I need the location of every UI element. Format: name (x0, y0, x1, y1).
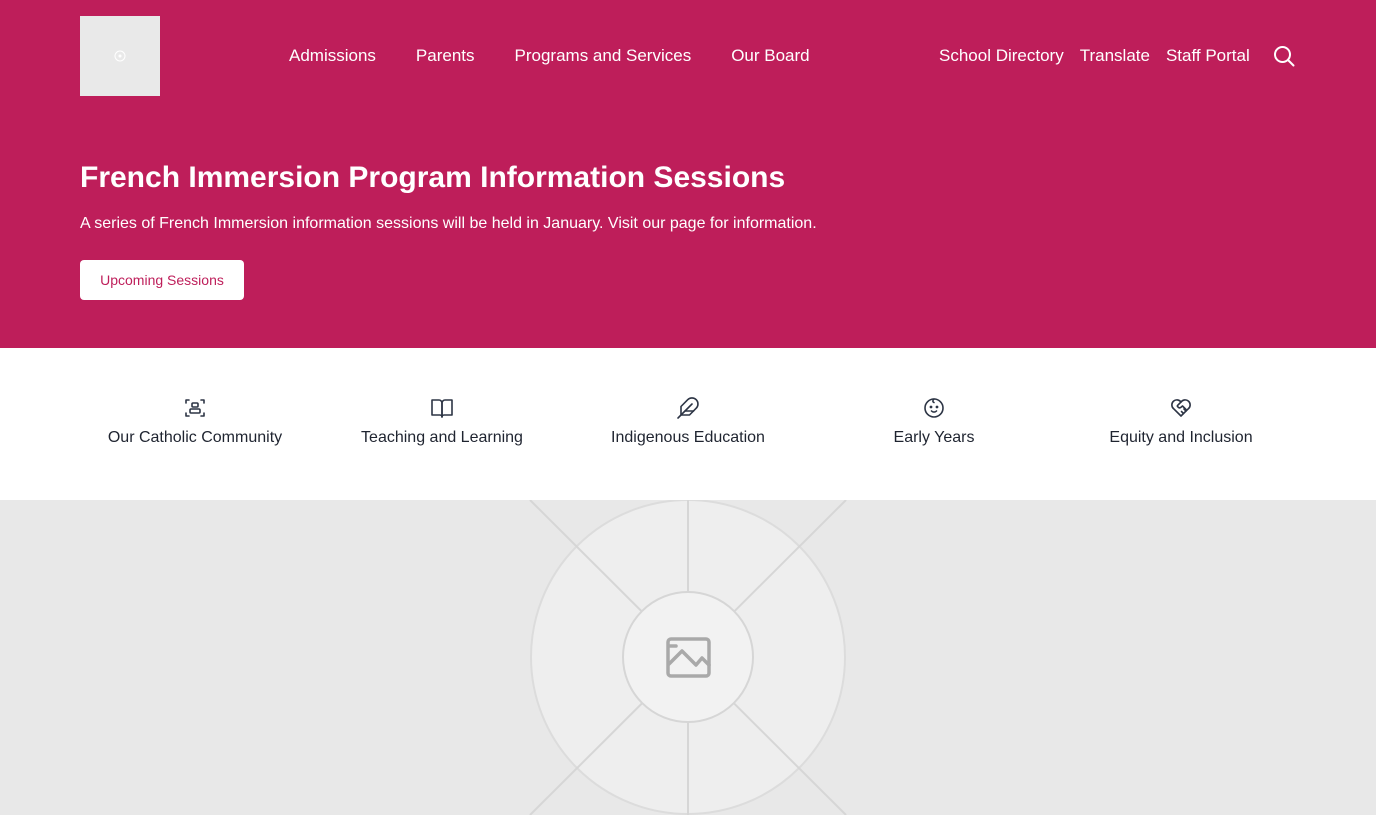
quick-link-label: Early Years (893, 429, 975, 446)
quick-link-equity-inclusion[interactable]: Equity and Inclusion (1066, 396, 1296, 456)
search-icon (1274, 46, 1295, 67)
nav-our-board[interactable]: Our Board (731, 44, 809, 68)
quick-links-bar: Our Catholic Community Teaching and Lear… (0, 348, 1376, 500)
community-icon (185, 399, 205, 417)
upcoming-sessions-button[interactable]: Upcoming Sessions (80, 260, 244, 300)
quick-link-label: Our Catholic Community (107, 429, 283, 446)
book-icon (431, 399, 453, 418)
hero-banner: Admissions Parents Programs and Services… (0, 0, 1376, 348)
utility-navigation: School Directory Translate Staff Portal (939, 44, 1250, 68)
featured-image-placeholder (0, 500, 1376, 815)
nav-staff-portal[interactable]: Staff Portal (1166, 44, 1250, 68)
hero-title: French Immersion Program Information Ses… (80, 161, 786, 194)
nav-school-directory[interactable]: School Directory (939, 44, 1064, 68)
site-logo[interactable] (80, 16, 160, 96)
hero-description: A series of French Immersion information… (80, 215, 817, 232)
image-placeholder-graphic (465, 500, 910, 815)
quick-link-label: Indigenous Education (611, 429, 765, 446)
quick-link-indigenous-education[interactable]: Indigenous Education (573, 396, 803, 456)
baby-face-icon (924, 398, 944, 418)
nav-translate[interactable]: Translate (1080, 44, 1150, 68)
quick-link-catholic-community[interactable]: Our Catholic Community (80, 396, 310, 456)
quick-link-label: Teaching and Learning (361, 429, 523, 446)
feather-icon (677, 397, 699, 419)
heart-handshake-icon (1171, 399, 1191, 417)
nav-parents[interactable]: Parents (416, 44, 475, 68)
main-navigation: Admissions Parents Programs and Services… (289, 44, 810, 68)
quick-link-teaching-learning[interactable]: Teaching and Learning (327, 396, 557, 456)
quick-link-label: Equity and Inclusion (1109, 429, 1253, 446)
quick-link-early-years[interactable]: Early Years (819, 396, 1049, 456)
nav-programs-and-services[interactable]: Programs and Services (515, 44, 692, 68)
nav-admissions[interactable]: Admissions (289, 44, 376, 68)
logo-placeholder-icon (114, 50, 126, 62)
search-button[interactable] (1272, 44, 1296, 68)
